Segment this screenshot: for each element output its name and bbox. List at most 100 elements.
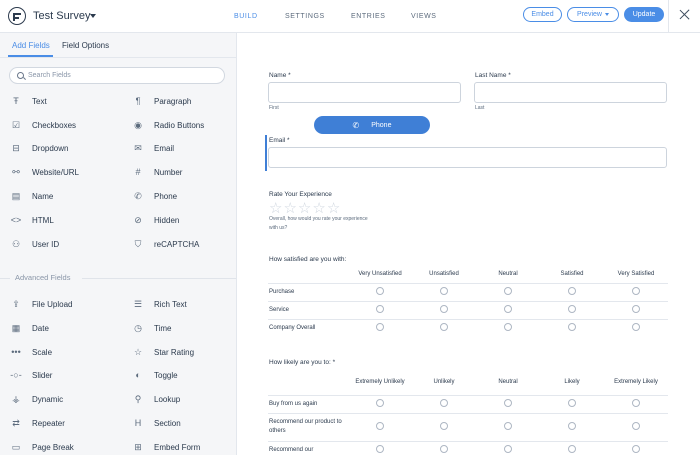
last-name-input[interactable] [474, 82, 667, 103]
embed-button[interactable]: Embed [523, 7, 562, 22]
radio-option[interactable] [376, 445, 384, 454]
field-time[interactable]: ◷ Time [131, 321, 171, 335]
star-icon[interactable]: ☆ [327, 201, 340, 216]
tab-settings[interactable]: SETTINGS [285, 13, 325, 20]
tab-field-options[interactable]: Field Options [62, 41, 109, 50]
radio-option[interactable] [376, 422, 384, 430]
field-label: Website/URL [32, 167, 79, 177]
field-rich-text[interactable]: ☰ Rich Text [131, 297, 187, 311]
tab-build[interactable]: BUILD [234, 13, 258, 20]
field-star-rating[interactable]: ☆ Star Rating [131, 345, 194, 359]
field-toggle[interactable]: ◐ Toggle [131, 368, 177, 382]
column-header: Unlikely [433, 378, 455, 385]
radio-option[interactable] [632, 305, 640, 313]
radio-option[interactable] [504, 305, 512, 313]
tab-views[interactable]: VIEWS [411, 13, 437, 20]
radio-option[interactable] [376, 287, 384, 295]
field-dynamic[interactable]: ⚶ Dynamic [9, 392, 63, 406]
form-title[interactable]: Test Survey [33, 10, 90, 22]
star-icon[interactable]: ☆ [298, 201, 311, 216]
fields-sidebar: Add Fields Field Options Search Fields Ŧ… [0, 33, 237, 455]
column-header: Satisfied [560, 270, 584, 277]
name-icon: ▤ [11, 190, 21, 201]
formidable-logo-icon[interactable] [8, 7, 26, 25]
radio-option[interactable] [440, 305, 448, 313]
field-date[interactable]: ▦ Date [9, 321, 49, 335]
field-lookup[interactable]: ⚲ Lookup [131, 392, 181, 406]
field-file-upload[interactable]: ⇪ File Upload [9, 297, 72, 311]
field-checkboxes[interactable]: ☑ Checkboxes [9, 118, 76, 132]
field-email[interactable]: ✉ Email [131, 141, 174, 155]
field-embed-form[interactable]: ⊞ Embed Form [131, 440, 200, 454]
radio-option[interactable] [440, 287, 448, 295]
field-website[interactable]: ⚯ Website/URL [9, 165, 79, 179]
matrix-row: Recommend our [268, 440, 668, 455]
star-icon[interactable]: ☆ [312, 201, 325, 216]
radio-option[interactable] [568, 287, 576, 295]
radio-option[interactable] [376, 399, 384, 407]
radio-option[interactable] [632, 323, 640, 332]
field-scale[interactable]: ••• Scale [9, 345, 52, 359]
radio-option[interactable] [376, 305, 384, 313]
top-bar: Test Survey BUILD SETTINGS ENTRIES VIEWS… [0, 0, 700, 33]
radio-option[interactable] [568, 399, 576, 407]
field-paragraph[interactable]: ¶ Paragraph [131, 94, 192, 108]
update-button[interactable]: Update [624, 7, 664, 22]
upload-icon: ⇪ [12, 298, 20, 309]
star-icon[interactable]: ☆ [269, 201, 282, 216]
field-user-id[interactable]: ⚇ User ID [9, 237, 59, 251]
field-section[interactable]: H Section [131, 416, 181, 430]
radio-option[interactable] [440, 323, 448, 332]
first-name-input[interactable] [268, 82, 461, 103]
paragraph-icon: ¶ [135, 96, 141, 106]
dragging-phone-field[interactable]: ✆ Phone [314, 116, 430, 134]
star-icon[interactable]: ☆ [283, 201, 296, 216]
radio-option[interactable] [376, 323, 384, 332]
field-recaptcha[interactable]: ⛉ reCAPTCHA [131, 237, 200, 251]
field-dropdown[interactable]: ⊟ Dropdown [9, 141, 68, 155]
scale-icon: ••• [11, 347, 21, 357]
field-number[interactable]: # Number [131, 165, 182, 179]
lookup-icon: ⚲ [134, 393, 142, 404]
radio-option[interactable] [440, 422, 448, 430]
field-label: Dynamic [32, 394, 64, 404]
radio-option[interactable] [568, 305, 576, 313]
field-page-break[interactable]: ▭ Page Break [9, 440, 74, 454]
field-radio-buttons[interactable]: ◉ Radio Buttons [131, 118, 204, 132]
last-name-label: Last Name * [475, 72, 511, 79]
email-input[interactable] [268, 147, 667, 168]
radio-option[interactable] [504, 422, 512, 430]
field-html[interactable]: <> HTML [9, 213, 54, 227]
matrix-row: Recommend our product to others [268, 412, 668, 441]
radio-option[interactable] [632, 445, 640, 454]
radio-option[interactable] [568, 323, 576, 332]
field-phone[interactable]: ✆ Phone [131, 189, 177, 203]
radio-option[interactable] [504, 323, 512, 332]
radio-option[interactable] [504, 287, 512, 295]
tab-entries[interactable]: ENTRIES [351, 13, 386, 20]
star-rating[interactable]: ☆ ☆ ☆ ☆ ☆ [269, 201, 341, 216]
radio-option[interactable] [440, 445, 448, 454]
radio-option[interactable] [504, 445, 512, 454]
chevron-down-icon [604, 13, 609, 16]
radio-option[interactable] [504, 399, 512, 407]
tab-add-fields[interactable]: Add Fields [12, 41, 50, 50]
radio-option[interactable] [568, 422, 576, 430]
search-fields-input[interactable]: Search Fields [9, 67, 225, 84]
radio-option[interactable] [632, 287, 640, 295]
radio-option[interactable] [568, 445, 576, 454]
matrix-row: Buy from us again [268, 394, 668, 413]
preview-button[interactable]: Preview [567, 7, 619, 22]
field-label: Embed Form [154, 442, 201, 452]
field-label: HTML [32, 215, 54, 225]
chevron-down-icon[interactable] [90, 14, 96, 18]
field-name[interactable]: ▤ Name [9, 189, 54, 203]
radio-option[interactable] [632, 399, 640, 407]
close-icon[interactable] [678, 8, 692, 22]
field-slider[interactable]: -○- Slider [9, 368, 52, 382]
field-repeater[interactable]: ⇄ Repeater [9, 416, 65, 430]
radio-option[interactable] [632, 422, 640, 430]
field-hidden[interactable]: ⊘ Hidden [131, 213, 179, 227]
radio-option[interactable] [440, 399, 448, 407]
field-text[interactable]: Ŧ Text [9, 94, 46, 108]
